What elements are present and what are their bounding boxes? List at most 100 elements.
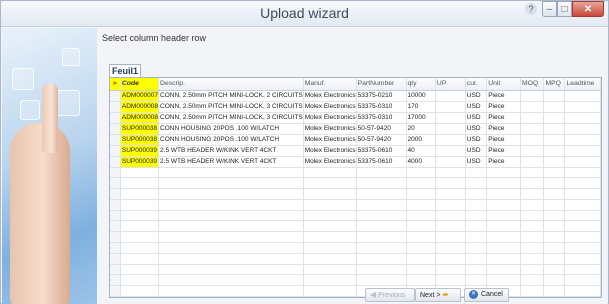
table-cell[interactable]: Molex Electronics — [303, 134, 357, 146]
table-cell[interactable] — [465, 220, 488, 233]
table-cell[interactable] — [564, 134, 601, 146]
table-row[interactable] — [110, 199, 601, 211]
table-cell[interactable] — [120, 188, 160, 200]
table-cell[interactable] — [520, 112, 545, 124]
table-cell[interactable] — [564, 90, 601, 102]
table-cell[interactable] — [158, 167, 304, 179]
table-row[interactable]: ADM000008 CONN, 2.50mm PITCH MINI-LOCK, 3… — [110, 101, 601, 113]
table-cell[interactable] — [543, 253, 566, 265]
table-cell[interactable] — [520, 210, 545, 222]
table-cell[interactable] — [486, 210, 521, 222]
table-cell[interactable] — [406, 220, 436, 233]
table-cell[interactable] — [120, 264, 160, 276]
table-cell[interactable] — [543, 199, 566, 211]
row-header[interactable] — [110, 156, 121, 168]
table-cell[interactable] — [520, 145, 545, 157]
table-cell[interactable]: CONN HOUSING 20POS .100 W/LATCH — [158, 134, 304, 146]
table-cell[interactable] — [543, 90, 566, 102]
previous-button[interactable]: ◀ Previous — [365, 288, 415, 302]
table-cell[interactable] — [356, 242, 407, 254]
table-cell[interactable]: Piece — [486, 156, 521, 168]
table-cell[interactable] — [406, 231, 436, 244]
table-cell[interactable]: USD — [465, 156, 488, 168]
row-header[interactable] — [110, 177, 121, 190]
table-cell[interactable] — [406, 242, 436, 254]
data-grid[interactable]: ► Code Descrip. Manuf. PartNumber qty UP cur. Un… — [109, 77, 602, 298]
table-cell[interactable] — [520, 274, 545, 287]
table-cell[interactable] — [465, 274, 488, 287]
table-cell[interactable] — [435, 210, 466, 222]
table-cell[interactable] — [564, 177, 601, 190]
table-cell[interactable] — [356, 220, 407, 233]
table-cell[interactable] — [520, 231, 545, 244]
row-header[interactable] — [110, 145, 121, 157]
table-cell[interactable]: 2.5 WTB HEADER W/KINK VERT 4CKT — [158, 156, 304, 168]
column-header[interactable]: Leadtime — [564, 78, 601, 91]
table-cell[interactable]: Molex Electronics — [303, 123, 357, 135]
row-header[interactable] — [110, 112, 121, 124]
table-cell[interactable] — [356, 264, 407, 276]
tab-feuil1[interactable]: Feuil1 — [109, 64, 141, 78]
table-cell[interactable] — [520, 156, 545, 168]
table-cell[interactable] — [564, 101, 601, 113]
table-cell[interactable] — [564, 231, 601, 244]
table-cell[interactable] — [158, 242, 304, 254]
table-cell[interactable]: 17000 — [406, 112, 436, 124]
table-cell[interactable] — [465, 199, 488, 211]
table-cell[interactable] — [120, 274, 160, 287]
table-cell[interactable] — [158, 188, 304, 200]
table-cell[interactable]: Piece — [486, 145, 521, 157]
table-cell[interactable]: SUP000038 — [120, 123, 160, 135]
table-cell[interactable]: Molex Electronics — [303, 101, 357, 113]
cancel-button[interactable]: ✕ Cancel — [464, 288, 509, 302]
table-cell[interactable] — [486, 253, 521, 265]
table-cell[interactable]: Molex Electronics — [303, 145, 357, 157]
table-cell[interactable] — [356, 188, 407, 200]
table-cell[interactable] — [120, 242, 160, 254]
table-cell[interactable] — [486, 242, 521, 254]
table-cell[interactable]: USD — [465, 112, 488, 124]
table-cell[interactable]: CONN, 2.50mm PITCH MINI-LOCK, 2 CIRCUITS — [158, 90, 304, 102]
table-cell[interactable] — [120, 231, 160, 244]
table-cell[interactable] — [520, 188, 545, 200]
row-header[interactable] — [110, 101, 121, 113]
arrow-right-icon[interactable]: ► — [110, 78, 121, 91]
table-cell[interactable] — [435, 231, 466, 244]
table-cell[interactable]: Molex Electronics — [303, 156, 357, 168]
table-cell[interactable] — [564, 274, 601, 287]
table-cell[interactable] — [543, 188, 566, 200]
table-cell[interactable]: SUP000038 — [120, 134, 160, 146]
row-header[interactable] — [110, 134, 121, 146]
table-cell[interactable] — [465, 242, 488, 254]
column-header[interactable]: Descrip. — [158, 78, 304, 91]
table-cell[interactable] — [303, 242, 357, 254]
table-cell[interactable] — [356, 210, 407, 222]
column-header[interactable]: MOQ — [520, 78, 545, 91]
table-row[interactable]: SUP000039 2.5 WTB HEADER W/KINK VERT 4CKT… — [110, 145, 601, 157]
table-cell[interactable] — [520, 220, 545, 233]
table-cell[interactable] — [520, 123, 545, 135]
table-cell[interactable] — [303, 188, 357, 200]
table-cell[interactable] — [520, 167, 545, 179]
table-cell[interactable] — [435, 264, 466, 276]
table-cell[interactable] — [520, 134, 545, 146]
table-cell[interactable]: 2000 — [406, 134, 436, 146]
table-cell[interactable] — [543, 101, 566, 113]
table-cell[interactable] — [303, 167, 357, 179]
table-cell[interactable] — [564, 123, 601, 135]
table-cell[interactable] — [120, 253, 160, 265]
minimize-button[interactable]: – — [542, 1, 557, 17]
table-cell[interactable]: USD — [465, 123, 488, 135]
table-cell[interactable] — [543, 210, 566, 222]
close-button[interactable]: ✕ — [572, 1, 604, 17]
row-header[interactable] — [110, 253, 121, 265]
table-row[interactable]: SUP000038 CONN HOUSING 20POS .100 W/LATCH… — [110, 134, 601, 146]
table-cell[interactable] — [435, 145, 466, 157]
row-header[interactable] — [110, 210, 121, 222]
table-cell[interactable]: Piece — [486, 134, 521, 146]
table-cell[interactable] — [520, 264, 545, 276]
row-header[interactable] — [110, 242, 121, 254]
table-cell[interactable] — [465, 264, 488, 276]
table-cell[interactable] — [520, 101, 545, 113]
table-cell[interactable] — [486, 188, 521, 200]
